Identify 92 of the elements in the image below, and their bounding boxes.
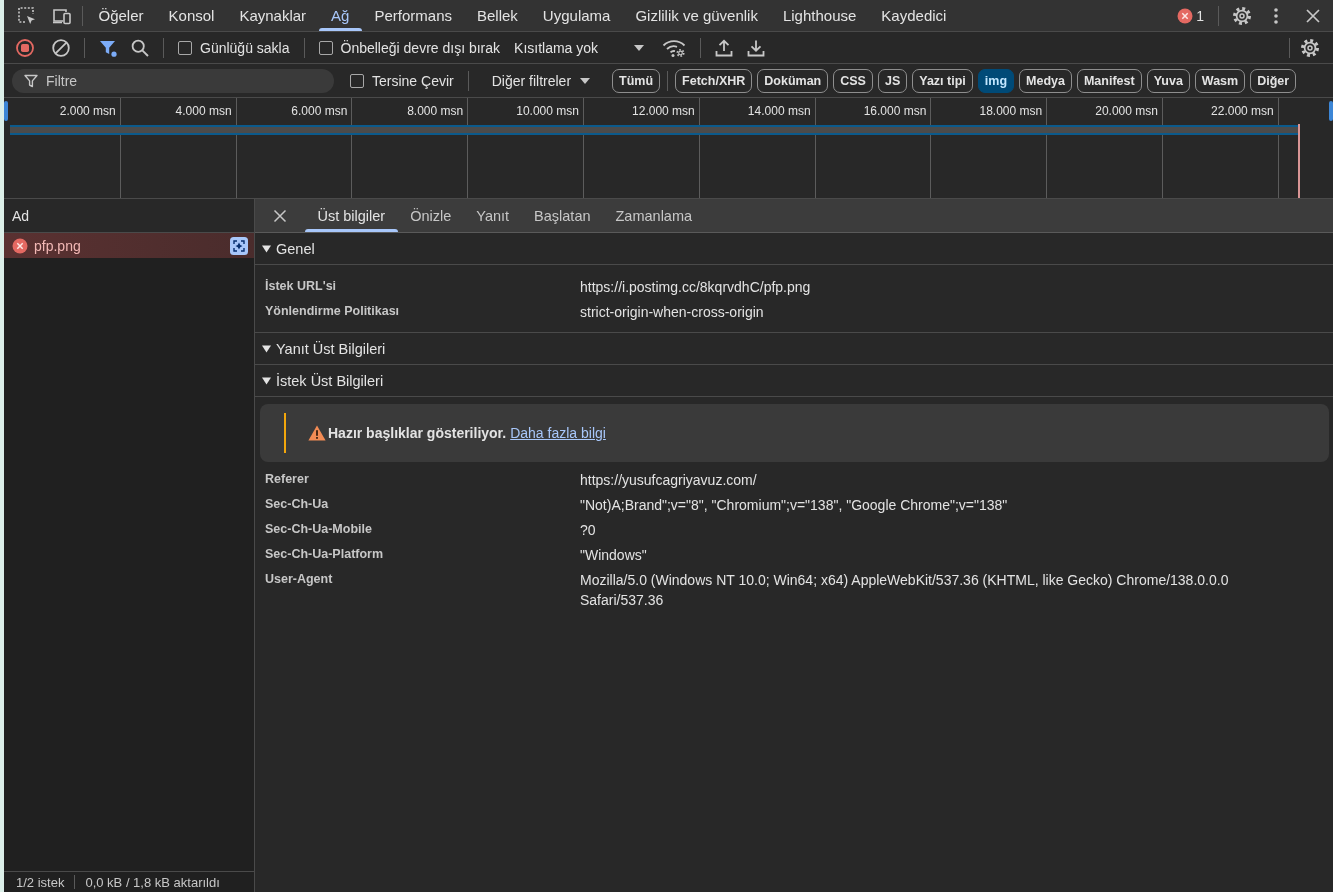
settings-icon[interactable] [1300, 37, 1320, 58]
panel-tab[interactable]: Konsol [156, 0, 227, 31]
time-tick-label: 12.000 msn [632, 104, 695, 118]
details-tab[interactable]: Zamanlama [603, 199, 705, 232]
section-header[interactable]: Yanıt Üst Bilgileri [255, 333, 1333, 365]
time-tick-label: 20.000 msn [1095, 104, 1158, 118]
header-value: strict-origin-when-cross-origin [580, 302, 765, 322]
caret-icon [580, 77, 591, 84]
type-filter-chip[interactable]: Manifest [1076, 68, 1142, 93]
panel-tab[interactable]: Lighthouse [770, 0, 869, 31]
panel-tab[interactable]: Kaynaklar [226, 0, 319, 31]
throttling-dropdown[interactable]: Kısıtlama yok [514, 39, 645, 56]
header-name: Yönlendirme Politikası [265, 303, 401, 320]
type-filter-chip[interactable]: Diğer [1250, 68, 1297, 93]
checkbox[interactable] [318, 40, 333, 55]
error-icon [1177, 7, 1194, 24]
learn-more-link[interactable]: Daha fazla bilgi [510, 425, 606, 441]
header-name: Sec-Ch-Ua [265, 496, 330, 513]
inspect-element-icon[interactable] [17, 5, 37, 26]
type-filter-chip[interactable]: Medya [1019, 68, 1072, 93]
type-filter-chip[interactable]: JS [877, 68, 908, 93]
checkbox[interactable] [350, 73, 364, 88]
time-tick-label: 16.000 msn [863, 104, 927, 118]
close-icon[interactable] [273, 208, 287, 223]
type-filter-chip[interactable]: Yazı tipi [912, 68, 973, 93]
section-header[interactable]: İstek Üst Bilgileri [255, 365, 1333, 397]
checkbox-label[interactable]: Günlüğü sakla [200, 39, 290, 56]
type-filter-chip[interactable]: Yuva [1146, 68, 1190, 93]
time-tick-label: 18.000 msn [979, 104, 1043, 118]
header-value: https://i.postimg.cc/8kqrvdhC/pfp.png [580, 277, 812, 297]
header-value: ?0 [580, 520, 597, 540]
error-count-button[interactable]: 1 [1177, 7, 1204, 24]
time-tick-label: 6.000 msn [291, 104, 348, 118]
sparkle-icon[interactable] [230, 236, 248, 255]
header-name: Sec-Ch-Ua-Mobile [265, 521, 373, 538]
column-header[interactable]: Ad [12, 207, 30, 224]
header-name: User-Agent [265, 571, 334, 588]
type-filter-chip[interactable]: Wasm [1194, 68, 1246, 93]
details-tab[interactable]: Başlatan [521, 199, 603, 232]
time-tick-label: 4.000 msn [175, 104, 232, 118]
header-value: Mozilla/5.0 (Windows NT 10.0; Win64; x64) AppleWebKit/537.36 (KHTML, like Gecko) Chrome/138.0.0.0 Safari/537.36 [580, 570, 1230, 610]
record-icon[interactable] [16, 38, 34, 57]
header-value: "Not)A;Brand";v="8", "Chromium";v="138", "Google Chrome";v="138" [580, 495, 1009, 515]
range-handle[interactable] [1329, 101, 1333, 121]
request-count: 1/2 istek [16, 874, 65, 890]
time-tick-label: 8.000 msn [407, 104, 464, 118]
time-tick-label: 2.000 msn [59, 104, 116, 118]
upload-icon[interactable] [715, 38, 734, 57]
filter-icon[interactable] [99, 38, 117, 57]
warning-icon [308, 425, 326, 441]
download-icon[interactable] [747, 38, 766, 57]
time-tick-label: 10.000 msn [516, 104, 579, 118]
panel-tab[interactable]: Kaydedici [868, 0, 959, 31]
error-icon [12, 237, 28, 254]
type-filter-chip[interactable]: Fetch/XHR [675, 68, 753, 93]
type-filter-chip[interactable]: Doküman [757, 68, 829, 93]
transfer-size: 0,0 kB / 1,8 kB aktarıldı [85, 874, 220, 890]
type-filter-chip[interactable]: img [977, 68, 1015, 93]
wifi-settings-icon[interactable] [662, 37, 687, 58]
header-value: "Windows" [580, 545, 648, 565]
checkbox[interactable] [178, 40, 192, 55]
header-name: İstek URL'si [265, 278, 338, 295]
settings-icon[interactable] [1232, 5, 1252, 26]
search-icon[interactable] [131, 38, 149, 57]
details-tab[interactable]: Yanıt [463, 199, 522, 232]
checkbox-label[interactable]: Önbelleği devre dışı bırak [340, 39, 501, 56]
panel-tab[interactable]: Ağ [318, 0, 362, 31]
header-name: Sec-Ch-Ua-Platform [265, 546, 385, 563]
filter-field[interactable]: Filtre [12, 68, 334, 93]
checkbox-label[interactable]: Tersine Çevir [372, 72, 454, 89]
time-tick-label: 22.000 msn [1211, 104, 1274, 118]
close-icon[interactable] [1306, 8, 1320, 23]
panel-tab[interactable]: Performans [361, 0, 465, 31]
section-header[interactable]: Genel [255, 233, 1333, 265]
details-tab[interactable]: Üst bilgiler [305, 199, 398, 232]
details-tab[interactable]: Önizle [397, 199, 464, 232]
header-name: Referer [265, 471, 310, 488]
time-tick-label: 14.000 msn [747, 104, 811, 118]
notice-message: Hazır başlıklar gösteriliyor. [328, 425, 507, 441]
clear-icon[interactable] [52, 38, 70, 57]
caret-icon [634, 44, 645, 51]
header-value: https://yusufcagriyavuz.com/ [580, 470, 758, 490]
panel-tab[interactable]: Uygulama [530, 0, 623, 31]
more-filters-dropdown[interactable]: Diğer filtreler [491, 72, 591, 89]
range-handle[interactable] [4, 101, 8, 121]
panel-tab[interactable]: Öğeler [86, 0, 157, 31]
more-options-icon[interactable] [1274, 7, 1278, 24]
type-filter-chip[interactable]: Tümü [612, 68, 661, 93]
type-filter-chip[interactable]: CSS [833, 68, 873, 93]
panel-tab[interactable]: Gizlilik ve güvenlik [622, 0, 771, 31]
request-row[interactable]: pfp.png [4, 233, 254, 258]
panel-tab[interactable]: Bellek [464, 0, 531, 31]
